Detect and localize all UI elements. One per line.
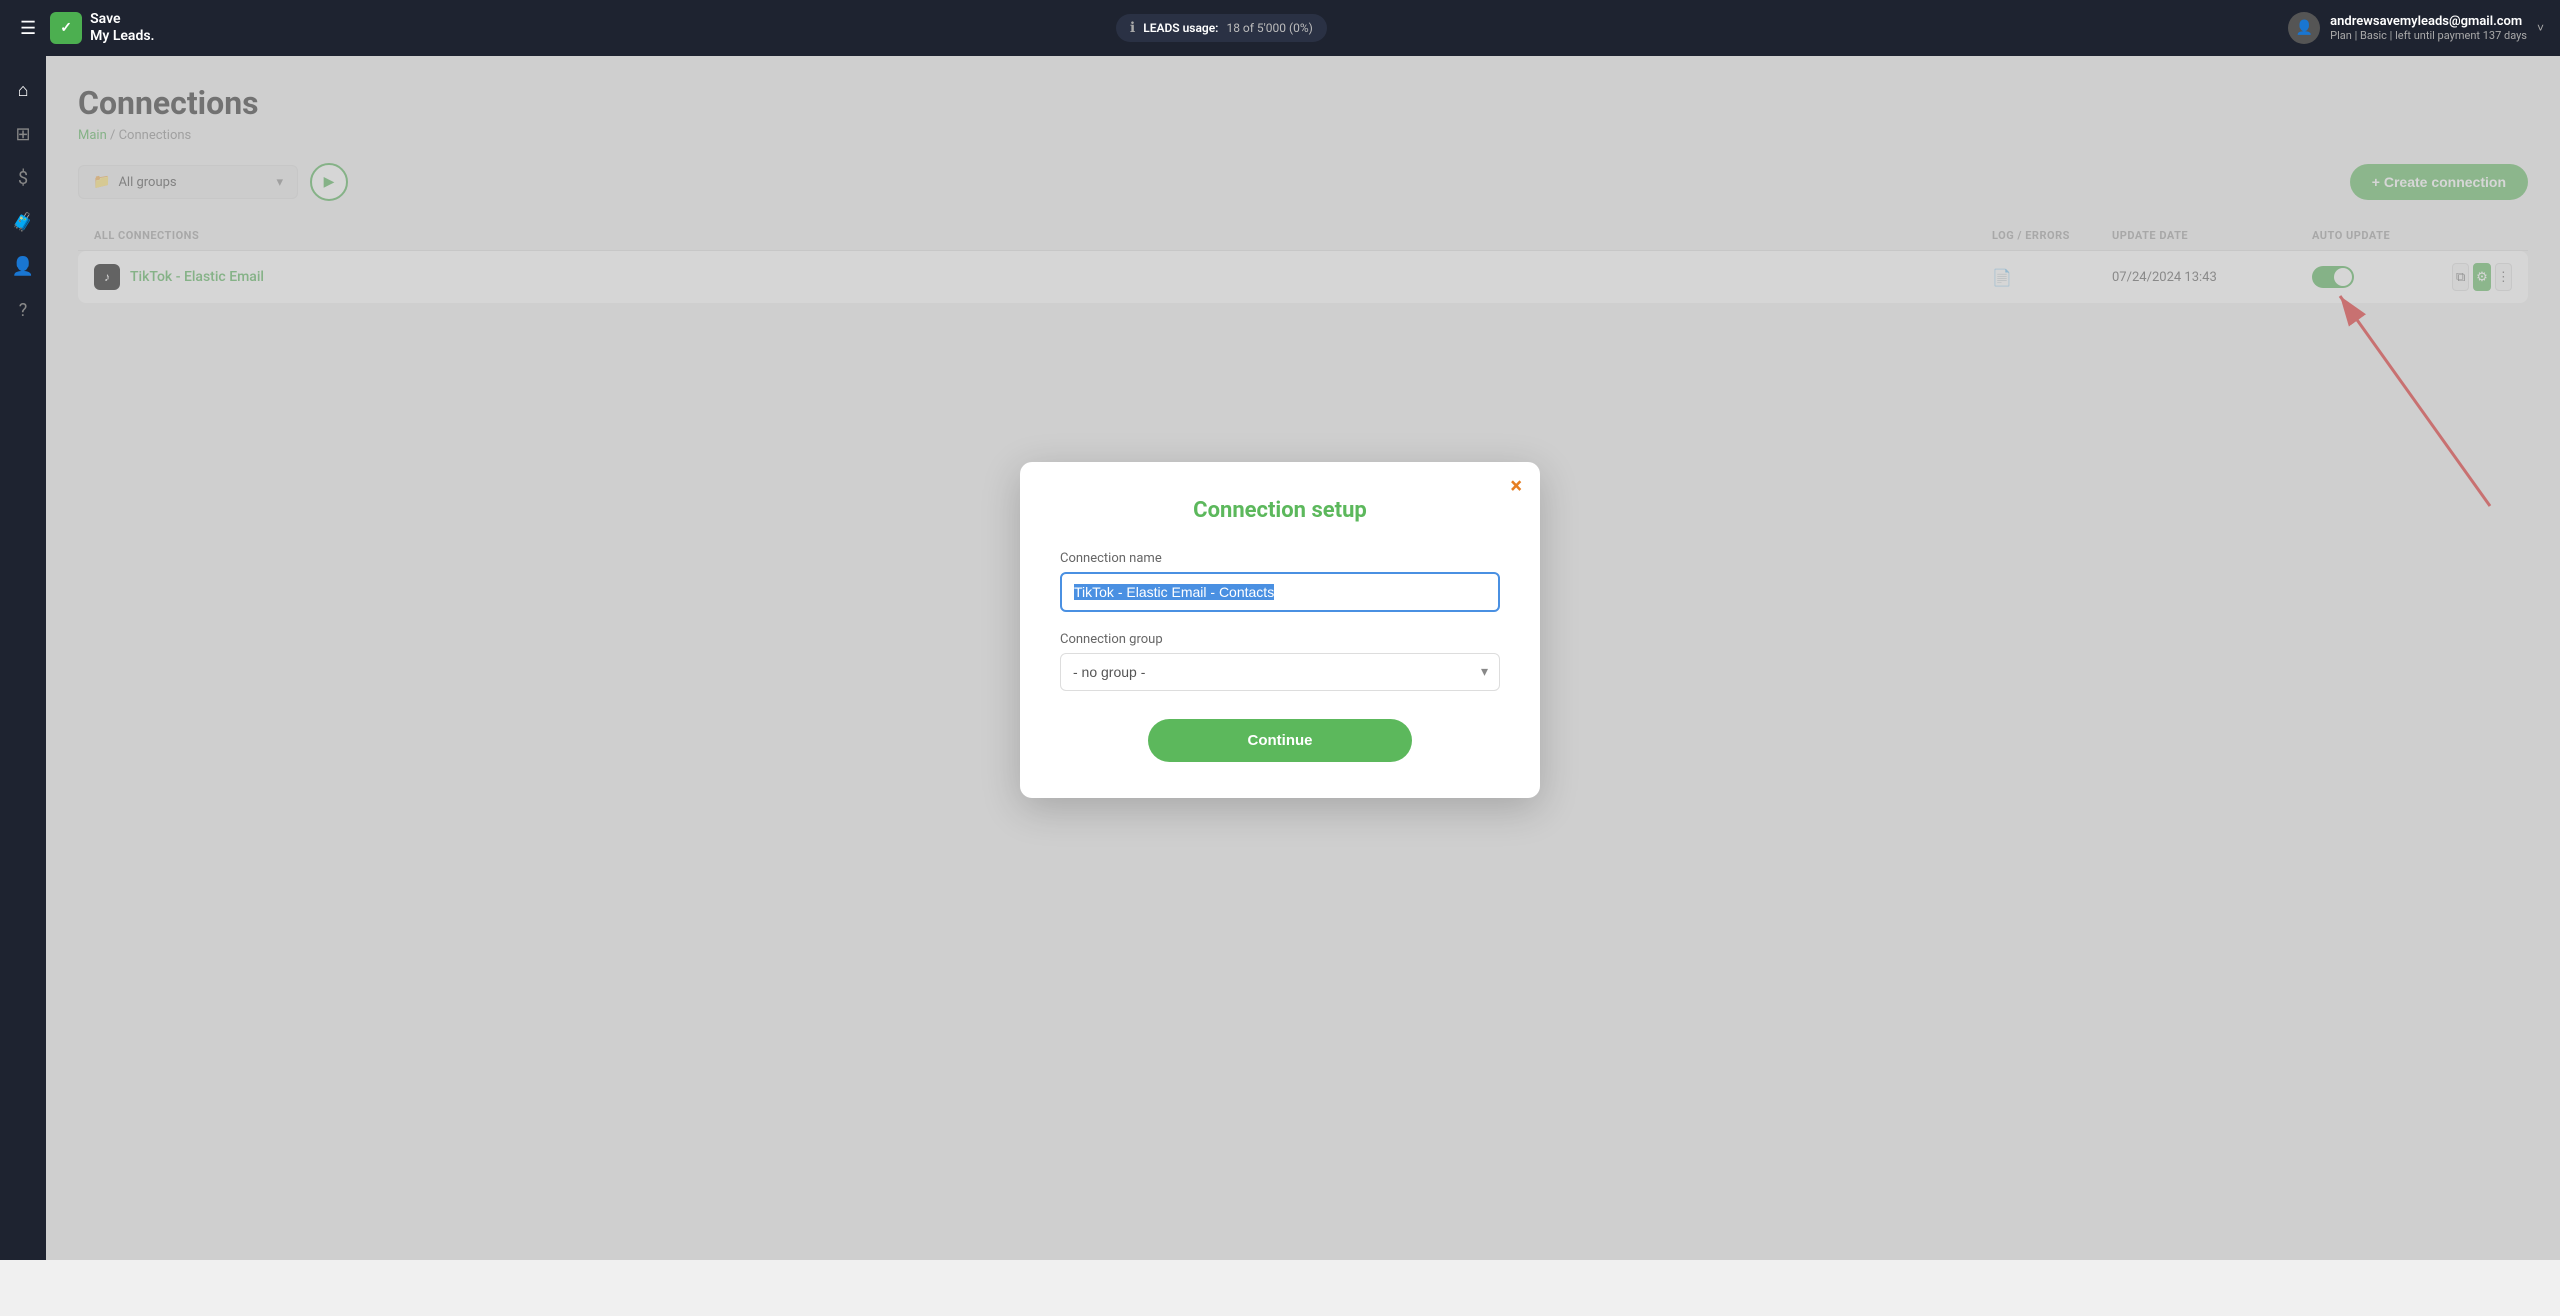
user-email: andrewsavemyleads@gmail.com: [2330, 14, 2527, 29]
connection-group-label: Connection group: [1060, 632, 1500, 647]
sidebar-item-briefcase[interactable]: 🧳: [5, 204, 41, 240]
user-plan: Plan | Basic | left until payment 137 da…: [2330, 29, 2527, 42]
sidebar-item-help[interactable]: ?: [5, 292, 41, 328]
logo-container: ✓ Save My Leads.: [50, 11, 154, 45]
sidebar-item-home[interactable]: ⌂: [5, 72, 41, 108]
leads-usage-badge: ℹ LEADS usage: 18 of 5'000 (0%): [1116, 14, 1327, 42]
modal-close-button[interactable]: ×: [1510, 476, 1522, 498]
connection-name-label: Connection name: [1060, 551, 1500, 566]
connection-name-input[interactable]: [1060, 572, 1500, 612]
navbar: ☰ ✓ Save My Leads. ℹ LEADS usage: 18 of …: [0, 0, 2560, 56]
logo-text: Save My Leads.: [90, 11, 154, 45]
modal-title: Connection setup: [1060, 498, 1500, 523]
connection-group-field-group: Connection group - no group - Group 1 Gr…: [1060, 632, 1500, 691]
user-info[interactable]: 👤 andrewsavemyleads@gmail.com Plan | Bas…: [2288, 12, 2544, 44]
navbar-left: ☰ ✓ Save My Leads.: [16, 11, 155, 45]
connection-group-select[interactable]: - no group - Group 1 Group 2: [1060, 653, 1500, 691]
user-details: andrewsavemyleads@gmail.com Plan | Basic…: [2330, 14, 2527, 42]
navbar-center: ℹ LEADS usage: 18 of 5'000 (0%): [155, 14, 2289, 42]
avatar: 👤: [2288, 12, 2320, 44]
connection-setup-modal: × Connection setup Connection name Conne…: [1020, 462, 1540, 798]
sidebar-item-user[interactable]: 👤: [5, 248, 41, 284]
info-icon: ℹ: [1130, 20, 1135, 36]
connection-group-select-wrapper: - no group - Group 1 Group 2 ▾: [1060, 653, 1500, 691]
sidebar-item-billing[interactable]: $: [5, 160, 41, 196]
hamburger-icon[interactable]: ☰: [16, 14, 40, 43]
chevron-down-icon[interactable]: ˅: [2537, 21, 2544, 35]
logo-icon: ✓: [50, 12, 82, 44]
connection-name-field-group: Connection name: [1060, 551, 1500, 632]
continue-button[interactable]: Continue: [1148, 719, 1412, 762]
sidebar: ⌂ ⊞ $ 🧳 👤 ?: [0, 56, 46, 1260]
navbar-right: 👤 andrewsavemyleads@gmail.com Plan | Bas…: [2288, 12, 2544, 44]
sidebar-item-grid[interactable]: ⊞: [5, 116, 41, 152]
leads-usage-count: 18 of 5'000 (0%): [1226, 21, 1312, 35]
leads-usage-title: LEADS usage:: [1143, 21, 1218, 35]
